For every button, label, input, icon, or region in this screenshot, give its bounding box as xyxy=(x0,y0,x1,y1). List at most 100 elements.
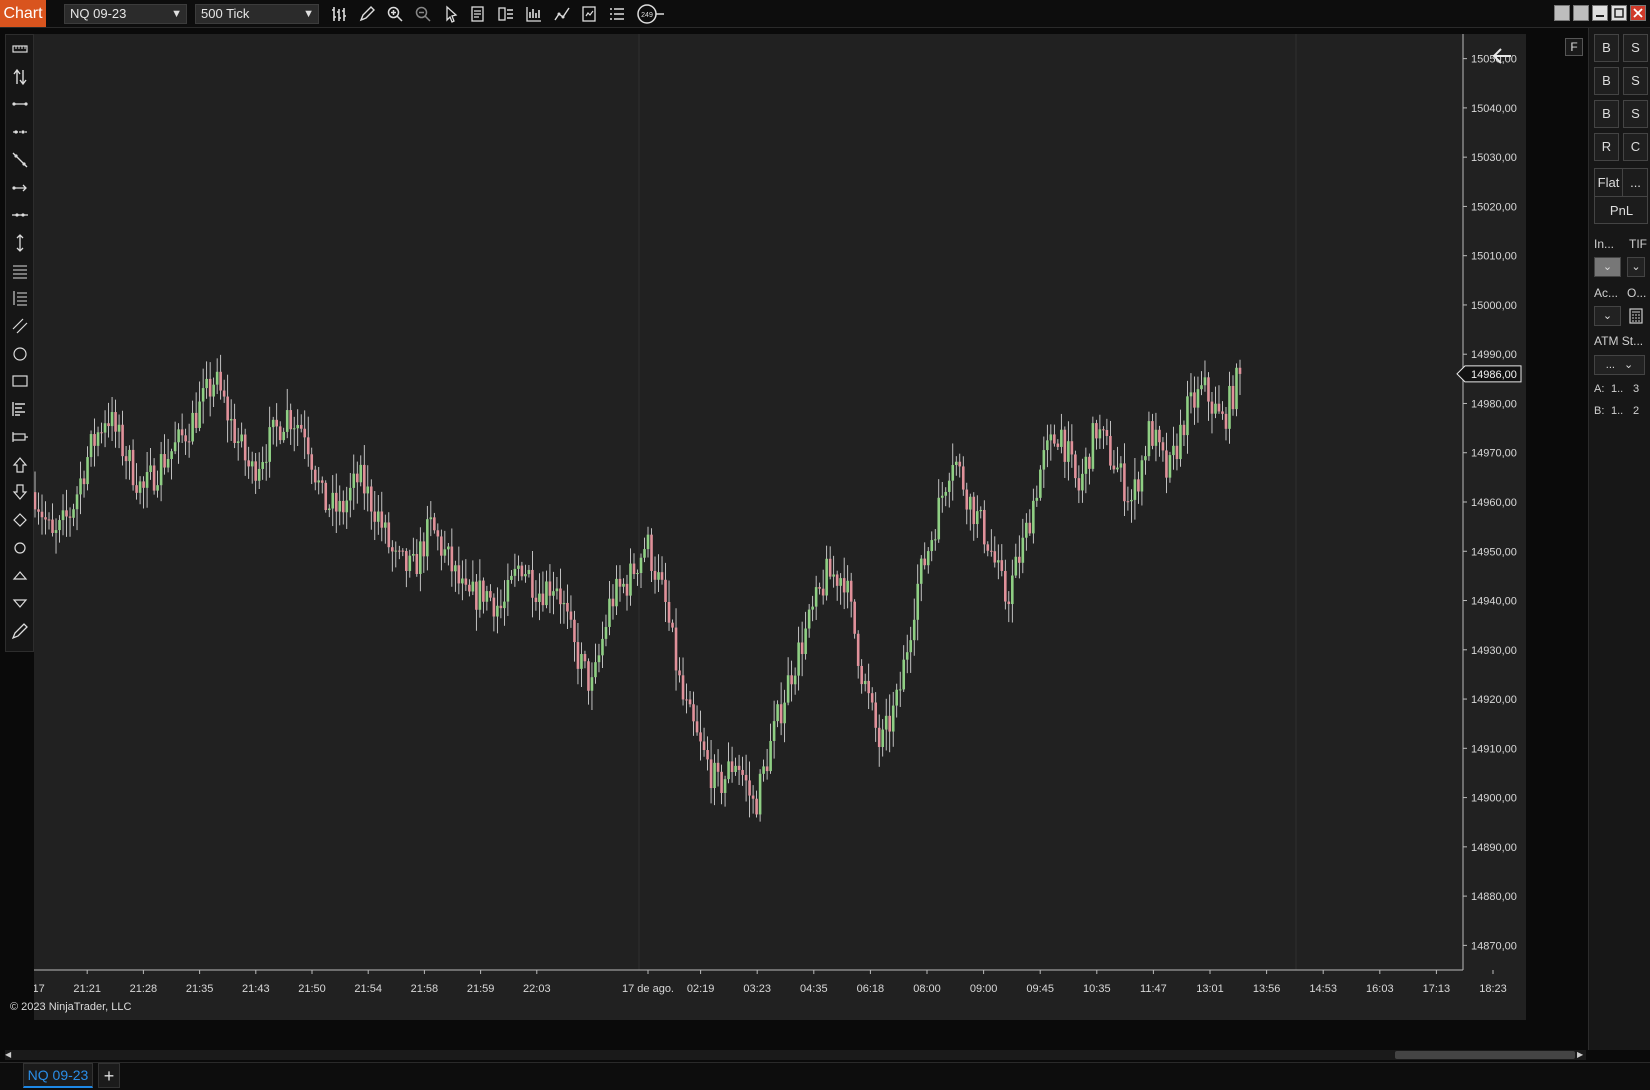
position-more[interactable]: ... xyxy=(1623,169,1648,197)
tif-dropdown[interactable]: ⌄ xyxy=(1627,257,1645,277)
candle-up xyxy=(394,550,398,552)
candle-down xyxy=(853,601,856,634)
candle-up xyxy=(177,429,180,443)
buy-bid-button[interactable]: B xyxy=(1594,67,1619,95)
chart-trader-panel: B S B S B S R C Flat ... PnL In... TIF ⌄… xyxy=(1588,28,1650,1050)
sell-ask-button[interactable]: S xyxy=(1623,67,1648,95)
interval-selector[interactable]: 500 Tick ▼ xyxy=(195,4,319,24)
pointer-icon[interactable] xyxy=(440,3,462,25)
ellipse-icon[interactable] xyxy=(9,343,31,365)
price-marker-icon[interactable] xyxy=(9,426,31,448)
top-toolbar: Chart NQ 09-23 ▼ 500 Tick ▼ 249 xyxy=(0,0,1650,28)
triangle-up-icon[interactable] xyxy=(9,564,31,586)
candle-up xyxy=(271,419,275,428)
candle-up xyxy=(1025,522,1028,538)
extended-line-icon[interactable] xyxy=(9,149,31,171)
price-chart[interactable]: 14870,00 14880,00 14890,00 14900,00 14910,00… xyxy=(34,34,1526,1020)
atm-strategy-dropdown[interactable]: ... ⌄ xyxy=(1594,355,1645,375)
candle-down xyxy=(632,563,636,575)
candle-up xyxy=(527,569,531,575)
pencil-drawing-icon[interactable] xyxy=(9,620,31,642)
calculator-icon[interactable] xyxy=(1627,306,1645,326)
candle-up xyxy=(814,587,818,607)
dot-icon[interactable] xyxy=(9,537,31,559)
close-button[interactable] xyxy=(1630,5,1646,21)
templates-icon[interactable] xyxy=(578,3,600,25)
chevron-down-icon: ▼ xyxy=(303,8,314,20)
account-dropdown[interactable]: ⌄ xyxy=(1594,306,1621,326)
candle-down xyxy=(475,581,478,610)
buy-ask-button[interactable]: B xyxy=(1594,100,1619,128)
window-option-button[interactable] xyxy=(1573,5,1589,21)
ruler-icon[interactable] xyxy=(9,38,31,60)
time-tick-label: 16:03 xyxy=(1366,983,1394,995)
reverse-button[interactable]: R xyxy=(1594,133,1619,161)
data-box-icon[interactable] xyxy=(495,3,517,25)
arrow-line-icon[interactable] xyxy=(9,177,31,199)
candle-up xyxy=(1140,460,1144,492)
candle-down xyxy=(709,759,713,789)
candle-down xyxy=(692,704,695,722)
candle-up xyxy=(895,689,899,706)
time-tick-label: 04:35 xyxy=(800,983,828,995)
indicators-icon[interactable] xyxy=(523,3,545,25)
close-position-button[interactable]: C xyxy=(1623,133,1648,161)
zoom-out-icon[interactable] xyxy=(412,3,434,25)
back-arrow-icon[interactable] xyxy=(1489,44,1515,68)
chart-title-tab[interactable]: Chart xyxy=(0,0,46,27)
bar-type-icon[interactable] xyxy=(328,3,350,25)
fibonacci-extension-icon[interactable] xyxy=(9,287,31,309)
f-button[interactable]: F xyxy=(1565,38,1583,56)
instrument-selector[interactable]: NQ 09-23 ▼ xyxy=(64,4,187,24)
strategies-icon[interactable] xyxy=(551,3,573,25)
candle-up xyxy=(128,449,131,462)
fibonacci-retracement-icon[interactable] xyxy=(9,260,31,282)
ray-icon[interactable] xyxy=(9,121,31,143)
candle-up xyxy=(429,517,433,520)
candle-up xyxy=(75,494,79,510)
arrow-up-icon[interactable] xyxy=(9,454,31,476)
vertical-line-icon[interactable] xyxy=(9,232,31,254)
sell-bid-button[interactable]: S xyxy=(1623,100,1648,128)
diamond-icon[interactable] xyxy=(9,509,31,531)
zoom-in-icon[interactable] xyxy=(384,3,406,25)
arrow-down-icon[interactable] xyxy=(9,481,31,503)
scroll-right-icon[interactable]: ▶ xyxy=(1577,1050,1587,1060)
candle-down xyxy=(492,597,496,617)
triangle-down-icon[interactable] xyxy=(9,592,31,614)
chart-panel[interactable]: 14870,00 14880,00 14890,00 14900,00 14910,00… xyxy=(34,34,1526,1020)
candle-down xyxy=(748,780,751,796)
candle-up xyxy=(636,573,639,575)
price-tick-label: 15030,00 xyxy=(1471,152,1517,164)
chart-tab-nq[interactable]: NQ 09-23 xyxy=(23,1063,93,1088)
rectangle-icon[interactable] xyxy=(9,370,31,392)
hotlist-icon[interactable] xyxy=(606,3,628,25)
candle-up xyxy=(1214,403,1217,414)
candle-down xyxy=(982,509,986,545)
sell-market-button[interactable]: S xyxy=(1623,34,1648,62)
time-tick-label: 21:59 xyxy=(467,983,495,995)
properties-icon[interactable] xyxy=(467,3,489,25)
candle-down xyxy=(390,547,394,552)
quantity-dropdown[interactable]: ⌄ xyxy=(1594,257,1621,277)
minimize-button[interactable] xyxy=(1592,5,1608,21)
candle-down xyxy=(464,578,468,585)
region-highlight-icon[interactable] xyxy=(9,398,31,420)
window-option-button[interactable] xyxy=(1554,5,1570,21)
scroll-left-icon[interactable]: ◀ xyxy=(5,1050,15,1060)
add-tab-button[interactable]: + xyxy=(98,1063,120,1088)
maximize-button[interactable] xyxy=(1611,5,1627,21)
scrollbar-thumb[interactable] xyxy=(1395,1051,1575,1059)
horizontal-line-icon[interactable] xyxy=(9,204,31,226)
pencil-icon[interactable] xyxy=(356,3,378,25)
buy-market-button[interactable]: B xyxy=(1594,34,1619,62)
tick-counter-icon[interactable]: 249 xyxy=(636,3,666,25)
candle-up xyxy=(268,427,271,462)
candle-up xyxy=(604,626,608,639)
parallel-channel-icon[interactable] xyxy=(9,315,31,337)
line-icon[interactable] xyxy=(9,93,31,115)
candle-down xyxy=(222,390,226,397)
risk-reward-icon[interactable] xyxy=(9,66,31,88)
horizontal-scrollbar[interactable] xyxy=(5,1050,1586,1060)
pnl-label[interactable]: PnL xyxy=(1595,197,1648,224)
